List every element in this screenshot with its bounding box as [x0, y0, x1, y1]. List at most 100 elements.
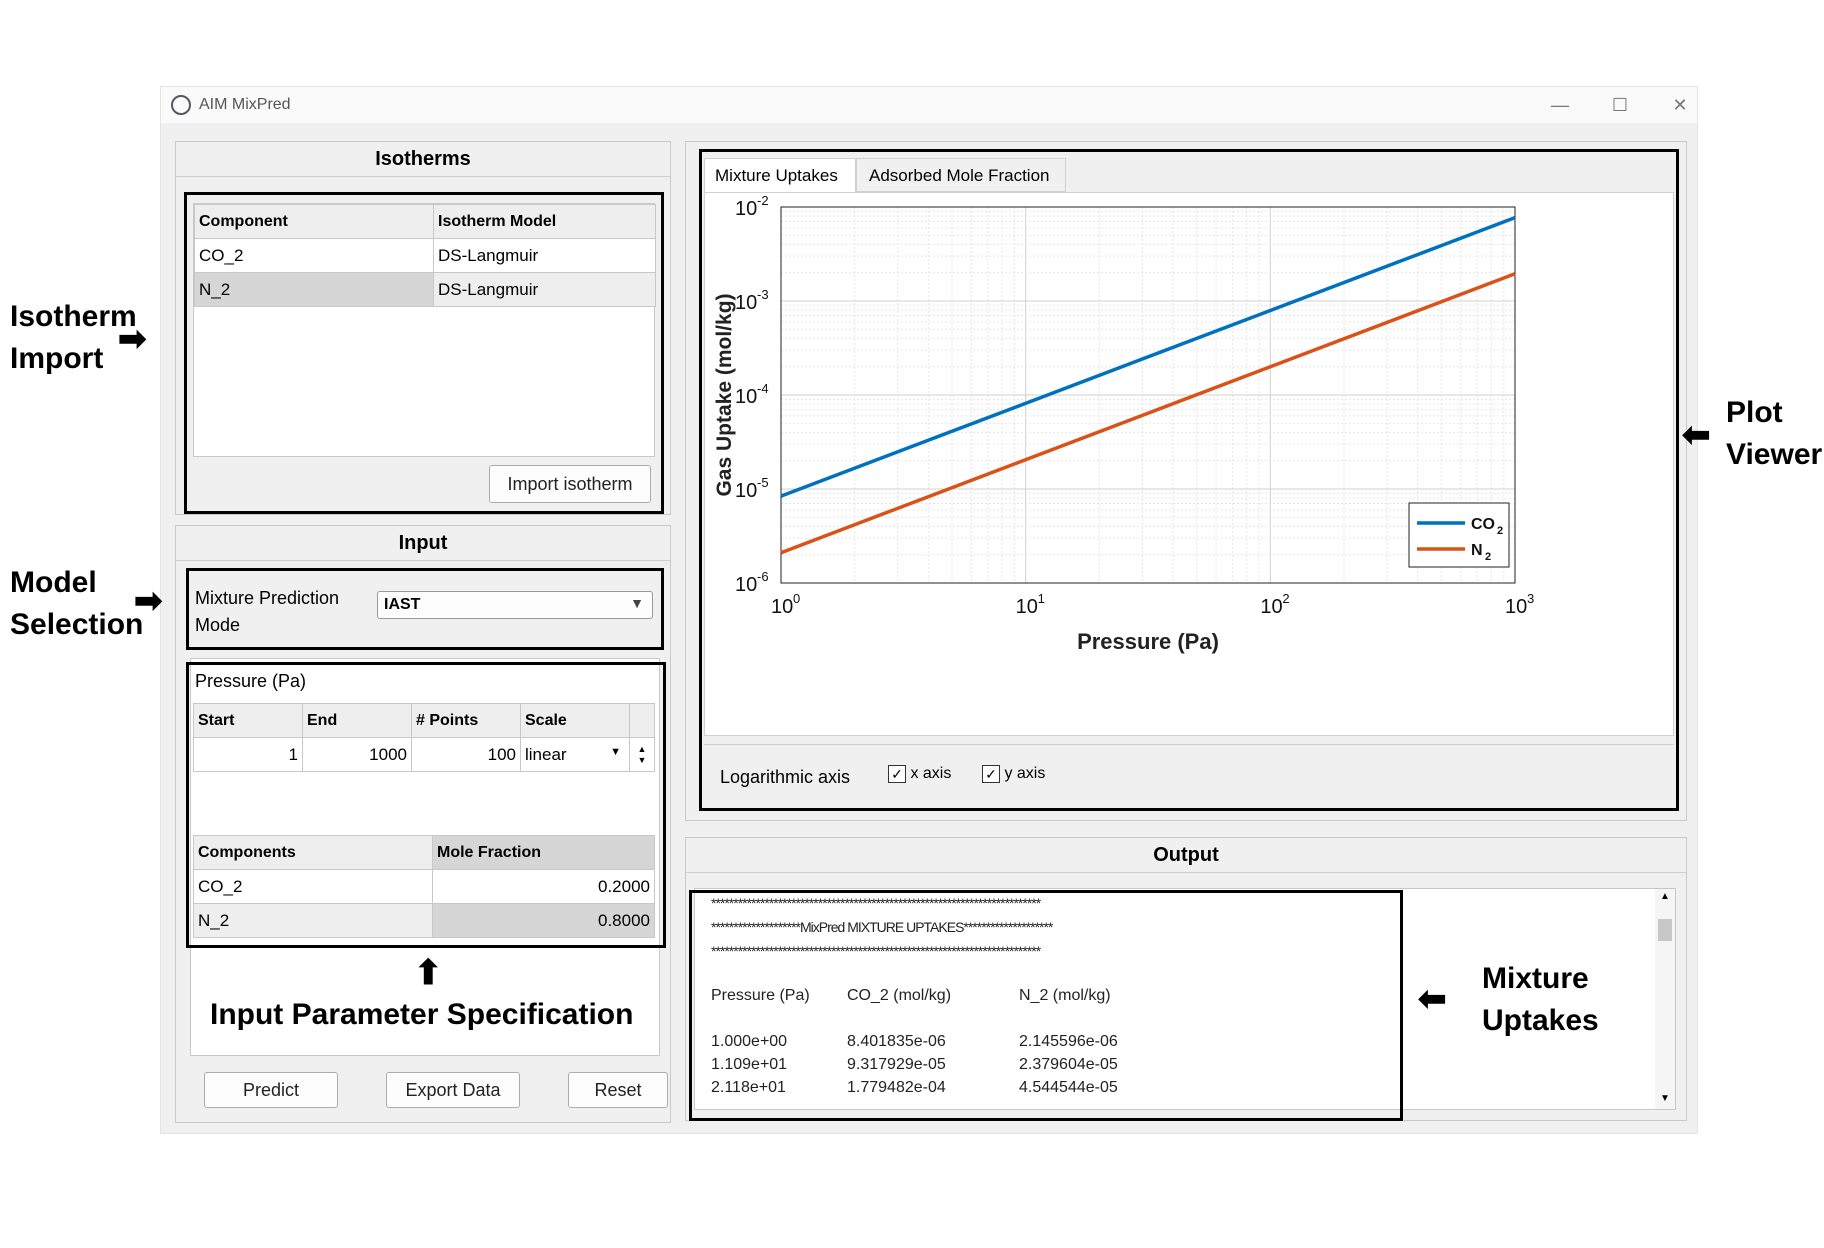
legend-box — [1408, 502, 1510, 568]
import-isotherm-button[interactable]: Import isotherm — [489, 465, 651, 503]
series-line — [780, 272, 1516, 555]
stepper-down-icon[interactable]: ▼ — [638, 755, 647, 765]
tab-adsorbed-mole-fraction[interactable]: Adsorbed Mole Fraction — [856, 158, 1066, 192]
column-header-end[interactable]: End — [302, 703, 412, 738]
stepper-up-icon[interactable]: ▲ — [638, 744, 647, 754]
column-header-scale[interactable]: Scale — [520, 703, 630, 738]
mode-select[interactable]: IAST ▼ — [377, 591, 653, 619]
isotherm-import-box: Component Isotherm Model CO_2 DS-Langmui… — [184, 192, 664, 514]
log-axis-bar: Logarithmic axis ✓ x axis ✓ y axis — [704, 744, 1674, 808]
y-tick-label: 10 — [735, 574, 757, 596]
table-row[interactable]: N_2 DS-Langmuir — [194, 272, 656, 307]
column-header-start[interactable]: Start — [193, 703, 303, 738]
chevron-down-icon: ▼ — [630, 595, 644, 611]
points-cell[interactable]: 100 — [411, 737, 521, 772]
column-header-points[interactable]: # Points — [411, 703, 521, 738]
y-axis-label: Gas Uptake (mol/kg) — [713, 293, 736, 496]
table-row[interactable]: 1 1000 100 linear ▼ ▲ ▼ — [193, 737, 655, 772]
scrollbar-header — [629, 703, 655, 738]
end-cell[interactable]: 1000 — [302, 737, 412, 772]
y-tick-exponent: -2 — [757, 193, 769, 208]
x-axis-check-label: x axis — [910, 765, 952, 783]
x-axis-checkbox[interactable]: ✓ x axis — [888, 765, 951, 783]
title-bar: AIM MixPred — ☐ ✕ — [161, 87, 1697, 123]
column-header-isotherm-model[interactable]: Isotherm Model — [433, 204, 656, 239]
column-header-mole-fraction[interactable]: Mole Fraction — [432, 835, 655, 870]
mode-select-value: IAST — [384, 596, 421, 613]
arrow-up-icon: ⬆ — [414, 954, 443, 992]
y-tick-label: 10 — [735, 386, 757, 408]
column-header-components[interactable]: Components — [193, 835, 433, 870]
x-tick-exponent: 3 — [1527, 591, 1534, 606]
scroll-thumb[interactable] — [1658, 919, 1672, 941]
stepper-cell[interactable]: ▲ ▼ — [629, 737, 655, 772]
chevron-down-icon: ▼ — [610, 746, 621, 758]
minimize-icon[interactable]: — — [1545, 93, 1575, 117]
model-selection-box: Mixture Prediction Mode IAST ▼ — [186, 568, 664, 650]
mixture-uptakes-box — [689, 890, 1403, 1121]
checkbox-checked-icon[interactable]: ✓ — [982, 765, 1000, 783]
arrow-right-icon: ➡ — [118, 320, 147, 358]
component-cell[interactable]: CO_2 — [194, 238, 434, 273]
app-logo-icon — [171, 95, 191, 115]
y-tick-label: 10 — [735, 198, 757, 220]
arrow-right-icon: ➡ — [134, 582, 163, 620]
arrow-left-icon: ⬅ — [1418, 980, 1447, 1018]
table-row[interactable]: CO_2 0.2000 — [193, 869, 655, 904]
start-cell[interactable]: 1 — [193, 737, 303, 772]
input-title: Input — [176, 526, 670, 561]
y-tick-exponent: -3 — [757, 287, 769, 302]
table-header-row: Components Mole Fraction — [193, 835, 655, 870]
isotherms-panel: Isotherms Component Isotherm Model CO_2 … — [175, 141, 671, 515]
tab-mixture-uptakes[interactable]: Mixture Uptakes — [704, 158, 856, 192]
scale-value: linear — [525, 744, 567, 764]
isotherm-model-cell[interactable]: DS-Langmuir — [433, 272, 656, 307]
uptake-chart: 10 0 10 1 10 2 10 310 -210 -310 -410 -510 -6Pressure… — [713, 193, 1534, 654]
x-tick-label: 10 — [1505, 596, 1527, 618]
column-header-component[interactable]: Component — [194, 204, 434, 239]
scroll-up-icon[interactable]: ▲ — [1660, 891, 1670, 902]
output-scrollbar[interactable]: ▲ ▼ — [1655, 889, 1675, 1109]
maximize-icon[interactable]: ☐ — [1605, 93, 1635, 117]
mole-fraction-cell[interactable]: 0.8000 — [432, 903, 655, 938]
mole-fraction-cell[interactable]: 0.2000 — [432, 869, 655, 904]
mole-fraction-table: Components Mole Fraction CO_2 0.2000 N_2… — [193, 835, 655, 938]
pressure-title: Pressure (Pa) — [195, 671, 307, 691]
isotherm-table-area: Component Isotherm Model CO_2 DS-Langmui… — [193, 203, 656, 457]
x-tick-exponent: 0 — [793, 591, 800, 606]
annotation-input-parameter: Input Parameter Specification — [210, 998, 634, 1031]
legend-entry-subscript: 2 — [1497, 525, 1503, 537]
plot-viewer-box: Mixture Uptakes Adsorbed Mole Fraction 1… — [699, 149, 1679, 811]
component-cell[interactable]: N_2 — [193, 903, 433, 938]
isotherm-table: Component Isotherm Model CO_2 DS-Langmui… — [194, 204, 656, 307]
predict-button[interactable]: Predict — [204, 1072, 338, 1108]
isotherm-model-cell[interactable]: DS-Langmuir — [433, 238, 656, 273]
isotherms-title: Isotherms — [176, 142, 670, 177]
series-line — [780, 216, 1516, 498]
legend-entry: CO — [1471, 516, 1495, 533]
y-axis-checkbox[interactable]: ✓ y axis — [982, 765, 1045, 783]
table-row[interactable]: N_2 0.8000 — [193, 903, 655, 938]
annotation-plot-viewer: Plot Viewer — [1726, 396, 1823, 471]
x-tick-label: 10 — [1260, 596, 1282, 618]
x-axis-label: Pressure (Pa) — [1077, 629, 1219, 654]
checkbox-checked-icon[interactable]: ✓ — [888, 765, 906, 783]
annotation-mixture-uptakes: Mixture Uptakes — [1482, 962, 1599, 1037]
scale-cell[interactable]: linear ▼ — [520, 737, 630, 772]
log-axis-label: Logarithmic axis — [720, 767, 851, 787]
reset-button[interactable]: Reset — [568, 1072, 668, 1108]
table-header-row: Component Isotherm Model — [194, 204, 656, 239]
table-row[interactable]: CO_2 DS-Langmuir — [194, 238, 656, 273]
scroll-down-icon[interactable]: ▼ — [1660, 1093, 1670, 1104]
x-tick-label: 10 — [1016, 596, 1038, 618]
mode-label: Mixture Prediction Mode — [195, 588, 340, 635]
export-data-button[interactable]: Export Data — [386, 1072, 520, 1108]
component-cell[interactable]: CO_2 — [193, 869, 433, 904]
window-title: AIM MixPred — [199, 96, 291, 113]
component-cell[interactable]: N_2 — [194, 272, 434, 307]
table-header-row: Start End # Points Scale — [193, 703, 655, 738]
arrow-left-icon: ⬅ — [1682, 416, 1711, 454]
x-tick-exponent: 2 — [1282, 591, 1289, 606]
close-icon[interactable]: ✕ — [1665, 93, 1695, 117]
y-tick-exponent: -6 — [757, 569, 769, 584]
